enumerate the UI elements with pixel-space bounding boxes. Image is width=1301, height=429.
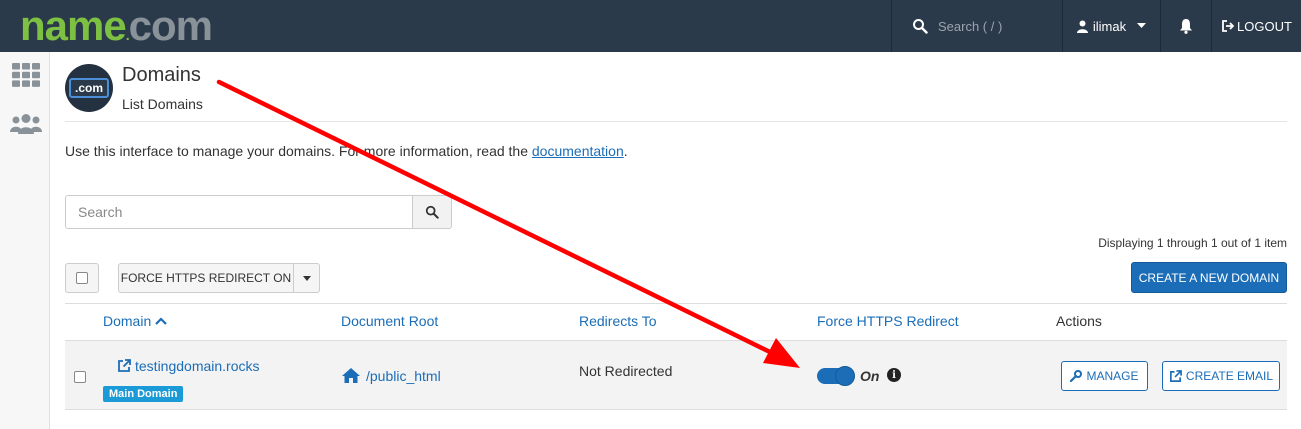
intro-text: Use this interface to manage your domain… <box>65 143 628 159</box>
select-all-checkbox-wrapper[interactable] <box>65 263 99 293</box>
search-icon <box>913 19 928 34</box>
column-header-domain-label: Domain <box>103 313 152 329</box>
column-header-force-https[interactable]: Force HTTPS Redirect <box>817 313 959 329</box>
redirects-to-value: Not Redirected <box>579 363 673 379</box>
domain-search-input[interactable] <box>65 195 413 229</box>
bulk-force-https-button[interactable]: FORCE HTTPS REDIRECT ON <box>118 263 294 293</box>
user-menu-button[interactable]: ilimak <box>1063 0 1160 52</box>
create-email-button-label: CREATE EMAIL <box>1185 369 1274 383</box>
left-sidebar <box>0 52 50 429</box>
logo-name-text: name <box>20 2 127 49</box>
sort-ascending-icon <box>155 317 168 325</box>
create-email-button[interactable]: CREATE EMAIL <box>1162 361 1280 391</box>
pagination-summary: Displaying 1 through 1 out of 1 item <box>1098 236 1287 250</box>
name-com-logo[interactable]: name.com <box>20 2 213 57</box>
document-root-path: /public_html <box>366 367 441 384</box>
bell-icon <box>1180 19 1192 34</box>
users-icon <box>10 114 42 134</box>
home-icon <box>342 368 360 383</box>
external-link-icon <box>118 359 131 372</box>
search-icon <box>425 205 439 219</box>
divider <box>65 121 1287 122</box>
user-icon <box>1076 20 1088 33</box>
intro-period: . <box>623 143 628 159</box>
sidebar-users-button[interactable] <box>9 109 43 139</box>
divider <box>65 303 1287 304</box>
info-icon[interactable]: i <box>887 368 901 382</box>
column-header-redirects-to[interactable]: Redirects To <box>579 313 657 329</box>
intro-sentence: Use this interface to manage your domain… <box>65 143 528 159</box>
dot-com-badge: .com <box>68 78 109 98</box>
grid-icon <box>12 63 40 87</box>
logout-icon <box>1222 20 1235 32</box>
main-domain-badge: Main Domain <box>103 386 184 402</box>
create-new-domain-button[interactable]: CREATE A NEW DOMAIN <box>1131 262 1287 293</box>
domain-name: testingdomain.rocks <box>135 358 260 374</box>
global-search-placeholder: Search ( / ) <box>938 18 1003 34</box>
column-header-document-root[interactable]: Document Root <box>341 313 438 329</box>
column-header-domain[interactable]: Domain <box>103 313 168 329</box>
external-link-icon <box>1169 369 1182 382</box>
page-subtitle: List Domains <box>122 96 203 112</box>
manage-button-label: MANAGE <box>1086 369 1139 383</box>
logo-com-text: com <box>128 2 213 49</box>
domain-link[interactable]: testingdomain.rocks <box>117 358 260 374</box>
documentation-link[interactable]: documentation <box>532 143 624 159</box>
toggle-knob <box>835 366 855 386</box>
notifications-button[interactable] <box>1161 0 1211 52</box>
row-checkbox-wrapper[interactable] <box>74 371 86 383</box>
caret-down-icon <box>302 275 311 281</box>
document-root-link[interactable]: /public_html <box>341 367 441 384</box>
caret-down-icon <box>1137 23 1147 28</box>
logout-button[interactable]: LOGOUT <box>1212 0 1301 52</box>
select-all-checkbox[interactable] <box>76 272 88 284</box>
force-https-toggle[interactable] <box>817 366 855 386</box>
wrench-icon <box>1070 370 1083 382</box>
sidebar-apps-button[interactable] <box>9 60 43 90</box>
bulk-actions-dropdown[interactable] <box>293 263 320 293</box>
force-https-state-label: On <box>860 368 880 384</box>
search-button[interactable] <box>412 195 452 229</box>
column-header-actions: Actions <box>1056 313 1102 329</box>
global-search[interactable]: Search ( / ) <box>892 0 1062 52</box>
manage-button[interactable]: MANAGE <box>1061 361 1148 391</box>
domains-page-icon: .com <box>65 64 113 112</box>
top-navbar: name.com Search ( / ) ilimak LOGOUT <box>0 0 1301 52</box>
user-name: ilimak <box>1092 18 1127 34</box>
page-title: Domains <box>122 64 201 86</box>
row-checkbox[interactable] <box>74 371 86 383</box>
logout-label: LOGOUT <box>1237 18 1292 34</box>
